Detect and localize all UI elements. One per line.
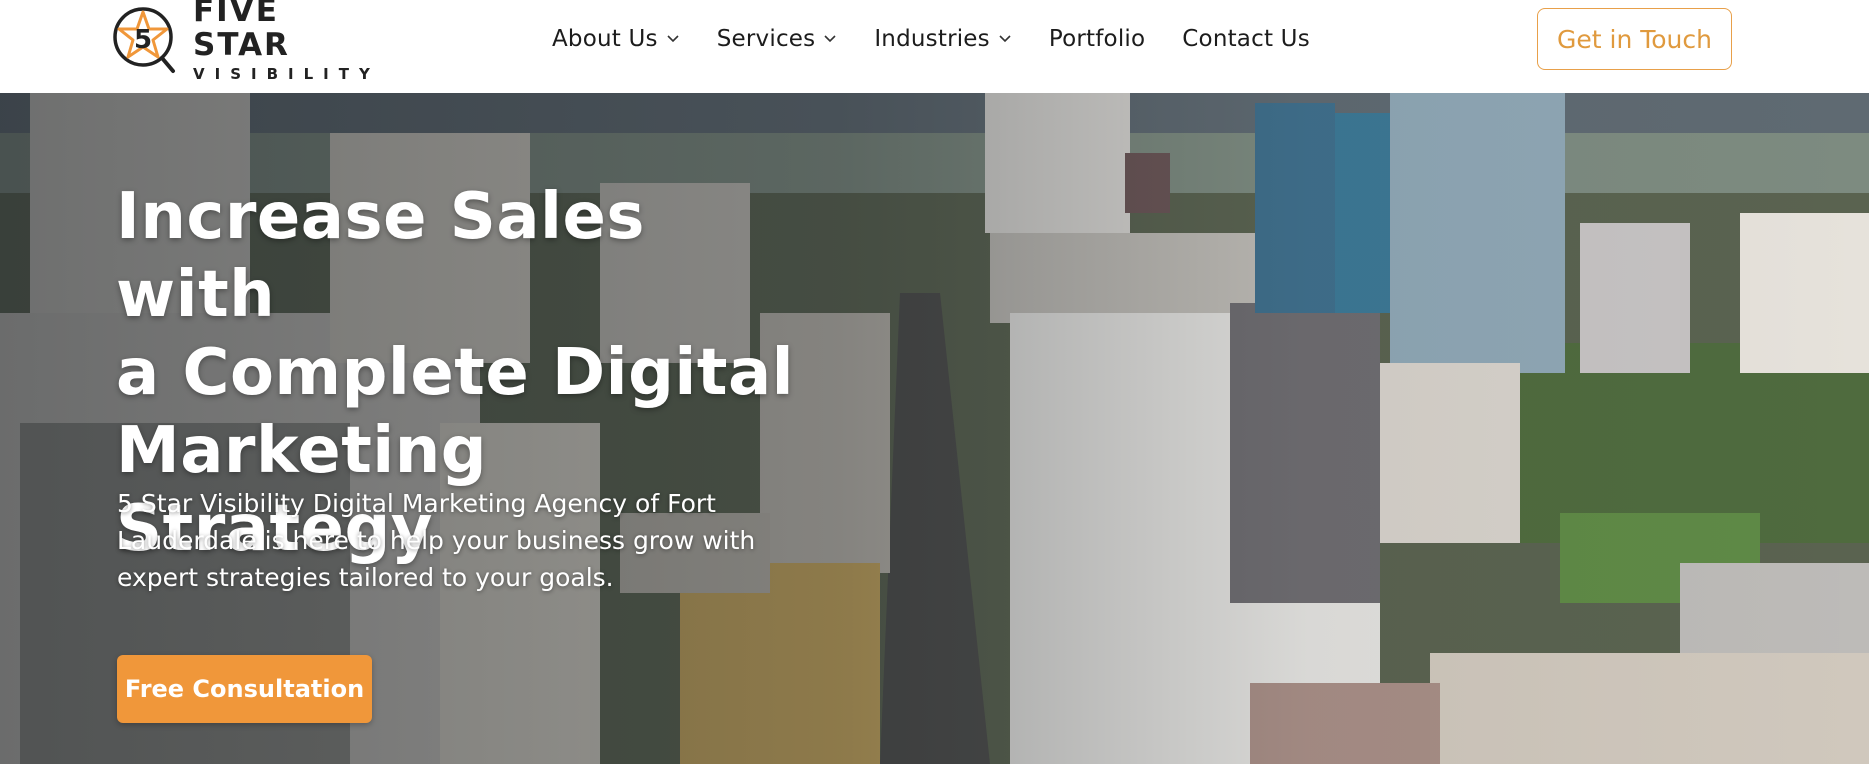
star-magnifier-logo-icon: 5 [113, 3, 181, 75]
hero-subtitle-line: 5 Star Visibility Digital Marketing Agen… [117, 489, 716, 518]
chevron-down-icon [824, 35, 836, 43]
main-nav: About Us Services Industries Portfolio C… [552, 22, 1347, 56]
brand-name-line2: VISIBILITY [193, 65, 380, 83]
nav-item-about-us[interactable]: About Us [552, 26, 680, 52]
hero-title-line: a Complete Digital [116, 336, 795, 410]
nav-item-label: Contact Us [1182, 26, 1310, 52]
nav-item-contact-us[interactable]: Contact Us [1182, 26, 1310, 52]
chevron-down-icon [999, 35, 1011, 43]
hero-subtitle-line: expert strategies tailored to your goals… [117, 563, 614, 592]
nav-item-industries[interactable]: Industries [874, 26, 1012, 52]
nav-item-label: Services [716, 26, 816, 52]
hero-title-line: Increase Sales with [116, 180, 645, 332]
logo-badge-number: 5 [134, 25, 152, 55]
hero-subtitle-line: Lauderdale is here to help your business… [117, 526, 756, 555]
nav-item-label: About Us [552, 26, 658, 52]
nav-item-portfolio[interactable]: Portfolio [1049, 26, 1145, 52]
nav-item-label: Portfolio [1048, 26, 1146, 52]
hero-subtitle: 5 Star Visibility Digital Marketing Agen… [117, 485, 777, 596]
nav-item-label: Industries [874, 26, 990, 52]
get-in-touch-button[interactable]: Get in Touch [1537, 8, 1732, 70]
site-header: 5 FIVE STAR VISIBILITY About Us Services… [0, 0, 1869, 93]
brand-name-line1: FIVE STAR [193, 0, 290, 63]
brand-wordmark: FIVE STAR VISIBILITY [193, 0, 380, 84]
chevron-down-icon [667, 35, 679, 43]
nav-item-services[interactable]: Services [717, 26, 838, 52]
free-consultation-button[interactable]: Free Consultation [117, 655, 372, 723]
brand-logo[interactable]: 5 FIVE STAR VISIBILITY [113, 0, 373, 83]
